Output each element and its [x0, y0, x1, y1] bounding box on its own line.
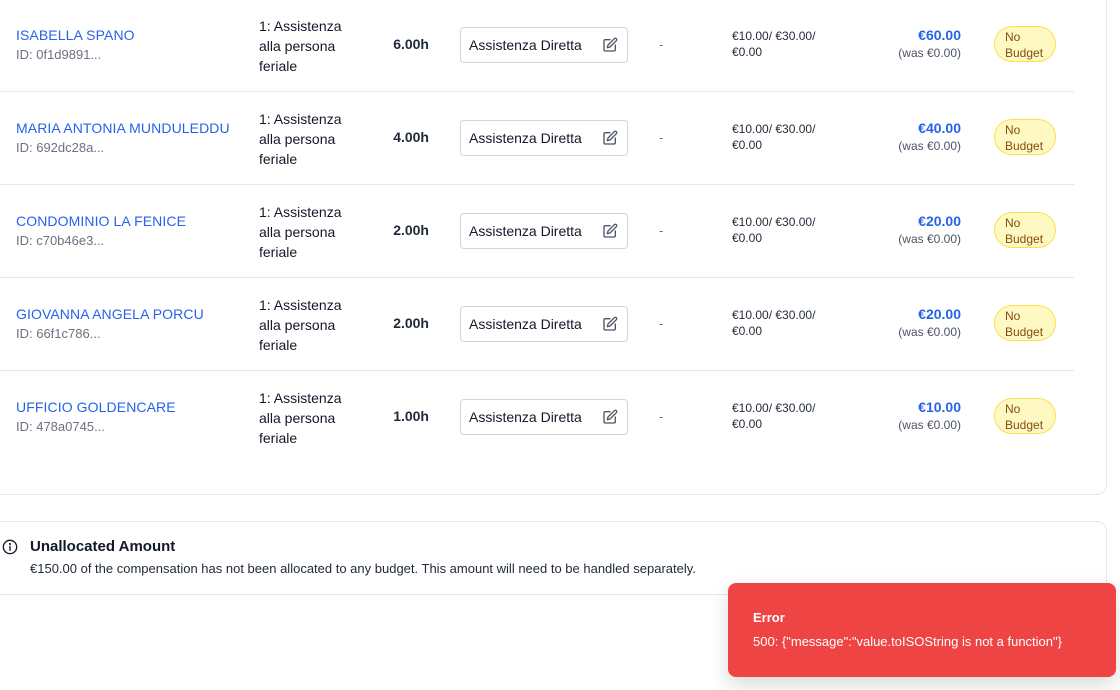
client-name-link[interactable]: CONDOMINIO LA FENICE [16, 213, 186, 229]
client-cell: UFFICIO GOLDENCARE ID: 478a0745... [16, 399, 176, 434]
edit-icon [601, 129, 619, 147]
amount-cell: €40.00 (was €0.00) [879, 120, 961, 153]
error-toast-message: 500: {"message":"value.toISOString is no… [753, 634, 1062, 649]
amount-value: €60.00 [918, 27, 961, 43]
client-id: ID: 66f1c786... [16, 326, 101, 341]
edit-icon [601, 408, 619, 426]
budget-status-badge: No Budget [994, 305, 1056, 341]
rates-value: €10.00/ €30.00/ €0.00 [732, 122, 816, 152]
rates-value: €10.00/ €30.00/ €0.00 [732, 29, 816, 59]
budget-status-badge: No Budget [994, 119, 1056, 155]
client-name-link[interactable]: UFFICIO GOLDENCARE [16, 399, 176, 415]
service-name: 1: Assistenza alla persona feriale [259, 18, 342, 74]
service-type-button[interactable]: Assistenza Diretta [460, 27, 628, 63]
extra-value: - [659, 130, 664, 145]
error-toast-title: Error [753, 610, 785, 625]
client-cell: GIOVANNA ANGELA PORCU ID: 66f1c786... [16, 306, 204, 341]
amount-cell: €20.00 (was €0.00) [879, 306, 961, 339]
hours-value: 6.00h [393, 36, 429, 52]
table-row: ISABELLA SPANO ID: 0f1d9891... 1: Assist… [0, 0, 1074, 92]
service-name: 1: Assistenza alla persona feriale [259, 297, 342, 353]
amount-value: €20.00 [918, 306, 961, 322]
edit-icon [601, 36, 619, 54]
service-type-label: Assistenza Diretta [469, 130, 582, 146]
service-type-label: Assistenza Diretta [469, 37, 582, 53]
table-row: UFFICIO GOLDENCARE ID: 478a0745... 1: As… [0, 371, 1074, 464]
service-name: 1: Assistenza alla persona feriale [259, 111, 342, 167]
client-id: ID: 692dc28a... [16, 140, 105, 155]
edit-icon [601, 315, 619, 333]
amount-value: €40.00 [918, 120, 961, 136]
service-type-button[interactable]: Assistenza Diretta [460, 399, 628, 435]
amount-value: €10.00 [918, 399, 961, 415]
amount-value: €20.00 [918, 213, 961, 229]
service-name: 1: Assistenza alla persona feriale [259, 204, 342, 260]
service-type-label: Assistenza Diretta [469, 409, 582, 425]
rates-value: €10.00/ €30.00/ €0.00 [732, 215, 816, 245]
service-name: 1: Assistenza alla persona feriale [259, 390, 342, 446]
error-toast[interactable]: Error 500: {"message":"value.toISOString… [728, 583, 1116, 677]
service-type-button[interactable]: Assistenza Diretta [460, 120, 628, 156]
client-cell: MARIA ANTONIA MUNDULEDDU ID: 692dc28a... [16, 120, 230, 155]
hours-value: 2.00h [393, 222, 429, 238]
service-type-label: Assistenza Diretta [469, 223, 582, 239]
extra-value: - [659, 409, 664, 424]
amount-cell: €10.00 (was €0.00) [879, 399, 961, 432]
allocation-table-card: ISABELLA SPANO ID: 0f1d9891... 1: Assist… [0, 0, 1107, 495]
extra-value: - [659, 316, 664, 331]
previous-amount: (was €0.00) [898, 232, 961, 246]
service-type-label: Assistenza Diretta [469, 316, 582, 332]
client-cell: CONDOMINIO LA FENICE ID: c70b46e3... [16, 213, 186, 248]
client-name-link[interactable]: MARIA ANTONIA MUNDULEDDU [16, 120, 230, 136]
table-row: CONDOMINIO LA FENICE ID: c70b46e3... 1: … [0, 185, 1074, 278]
client-id: ID: 0f1d9891... [16, 47, 102, 62]
client-cell: ISABELLA SPANO ID: 0f1d9891... [16, 27, 135, 62]
client-id: ID: c70b46e3... [16, 233, 105, 248]
budget-status-badge: No Budget [994, 398, 1056, 434]
table-row: GIOVANNA ANGELA PORCU ID: 66f1c786... 1:… [0, 278, 1074, 371]
table-row: MARIA ANTONIA MUNDULEDDU ID: 692dc28a...… [0, 92, 1074, 185]
budget-status-badge: No Budget [994, 26, 1056, 62]
hours-value: 1.00h [393, 408, 429, 424]
extra-value: - [659, 223, 664, 238]
service-type-button[interactable]: Assistenza Diretta [460, 306, 628, 342]
client-name-link[interactable]: GIOVANNA ANGELA PORCU [16, 306, 204, 322]
client-id: ID: 478a0745... [16, 419, 105, 434]
previous-amount: (was €0.00) [898, 139, 961, 153]
budget-status-badge: No Budget [994, 212, 1056, 248]
amount-cell: €60.00 (was €0.00) [879, 27, 961, 60]
unallocated-message: €150.00 of the compensation has not been… [30, 561, 696, 576]
rates-value: €10.00/ €30.00/ €0.00 [732, 401, 816, 431]
amount-cell: €20.00 (was €0.00) [879, 213, 961, 246]
hours-value: 4.00h [393, 129, 429, 145]
previous-amount: (was €0.00) [898, 46, 961, 60]
info-circle-icon [2, 539, 18, 555]
hours-value: 2.00h [393, 315, 429, 331]
previous-amount: (was €0.00) [898, 325, 961, 339]
client-name-link[interactable]: ISABELLA SPANO [16, 27, 135, 43]
extra-value: - [659, 37, 664, 52]
edit-icon [601, 222, 619, 240]
unallocated-title: Unallocated Amount [30, 538, 176, 555]
service-type-button[interactable]: Assistenza Diretta [460, 213, 628, 249]
rates-value: €10.00/ €30.00/ €0.00 [732, 308, 816, 338]
previous-amount: (was €0.00) [898, 418, 961, 432]
